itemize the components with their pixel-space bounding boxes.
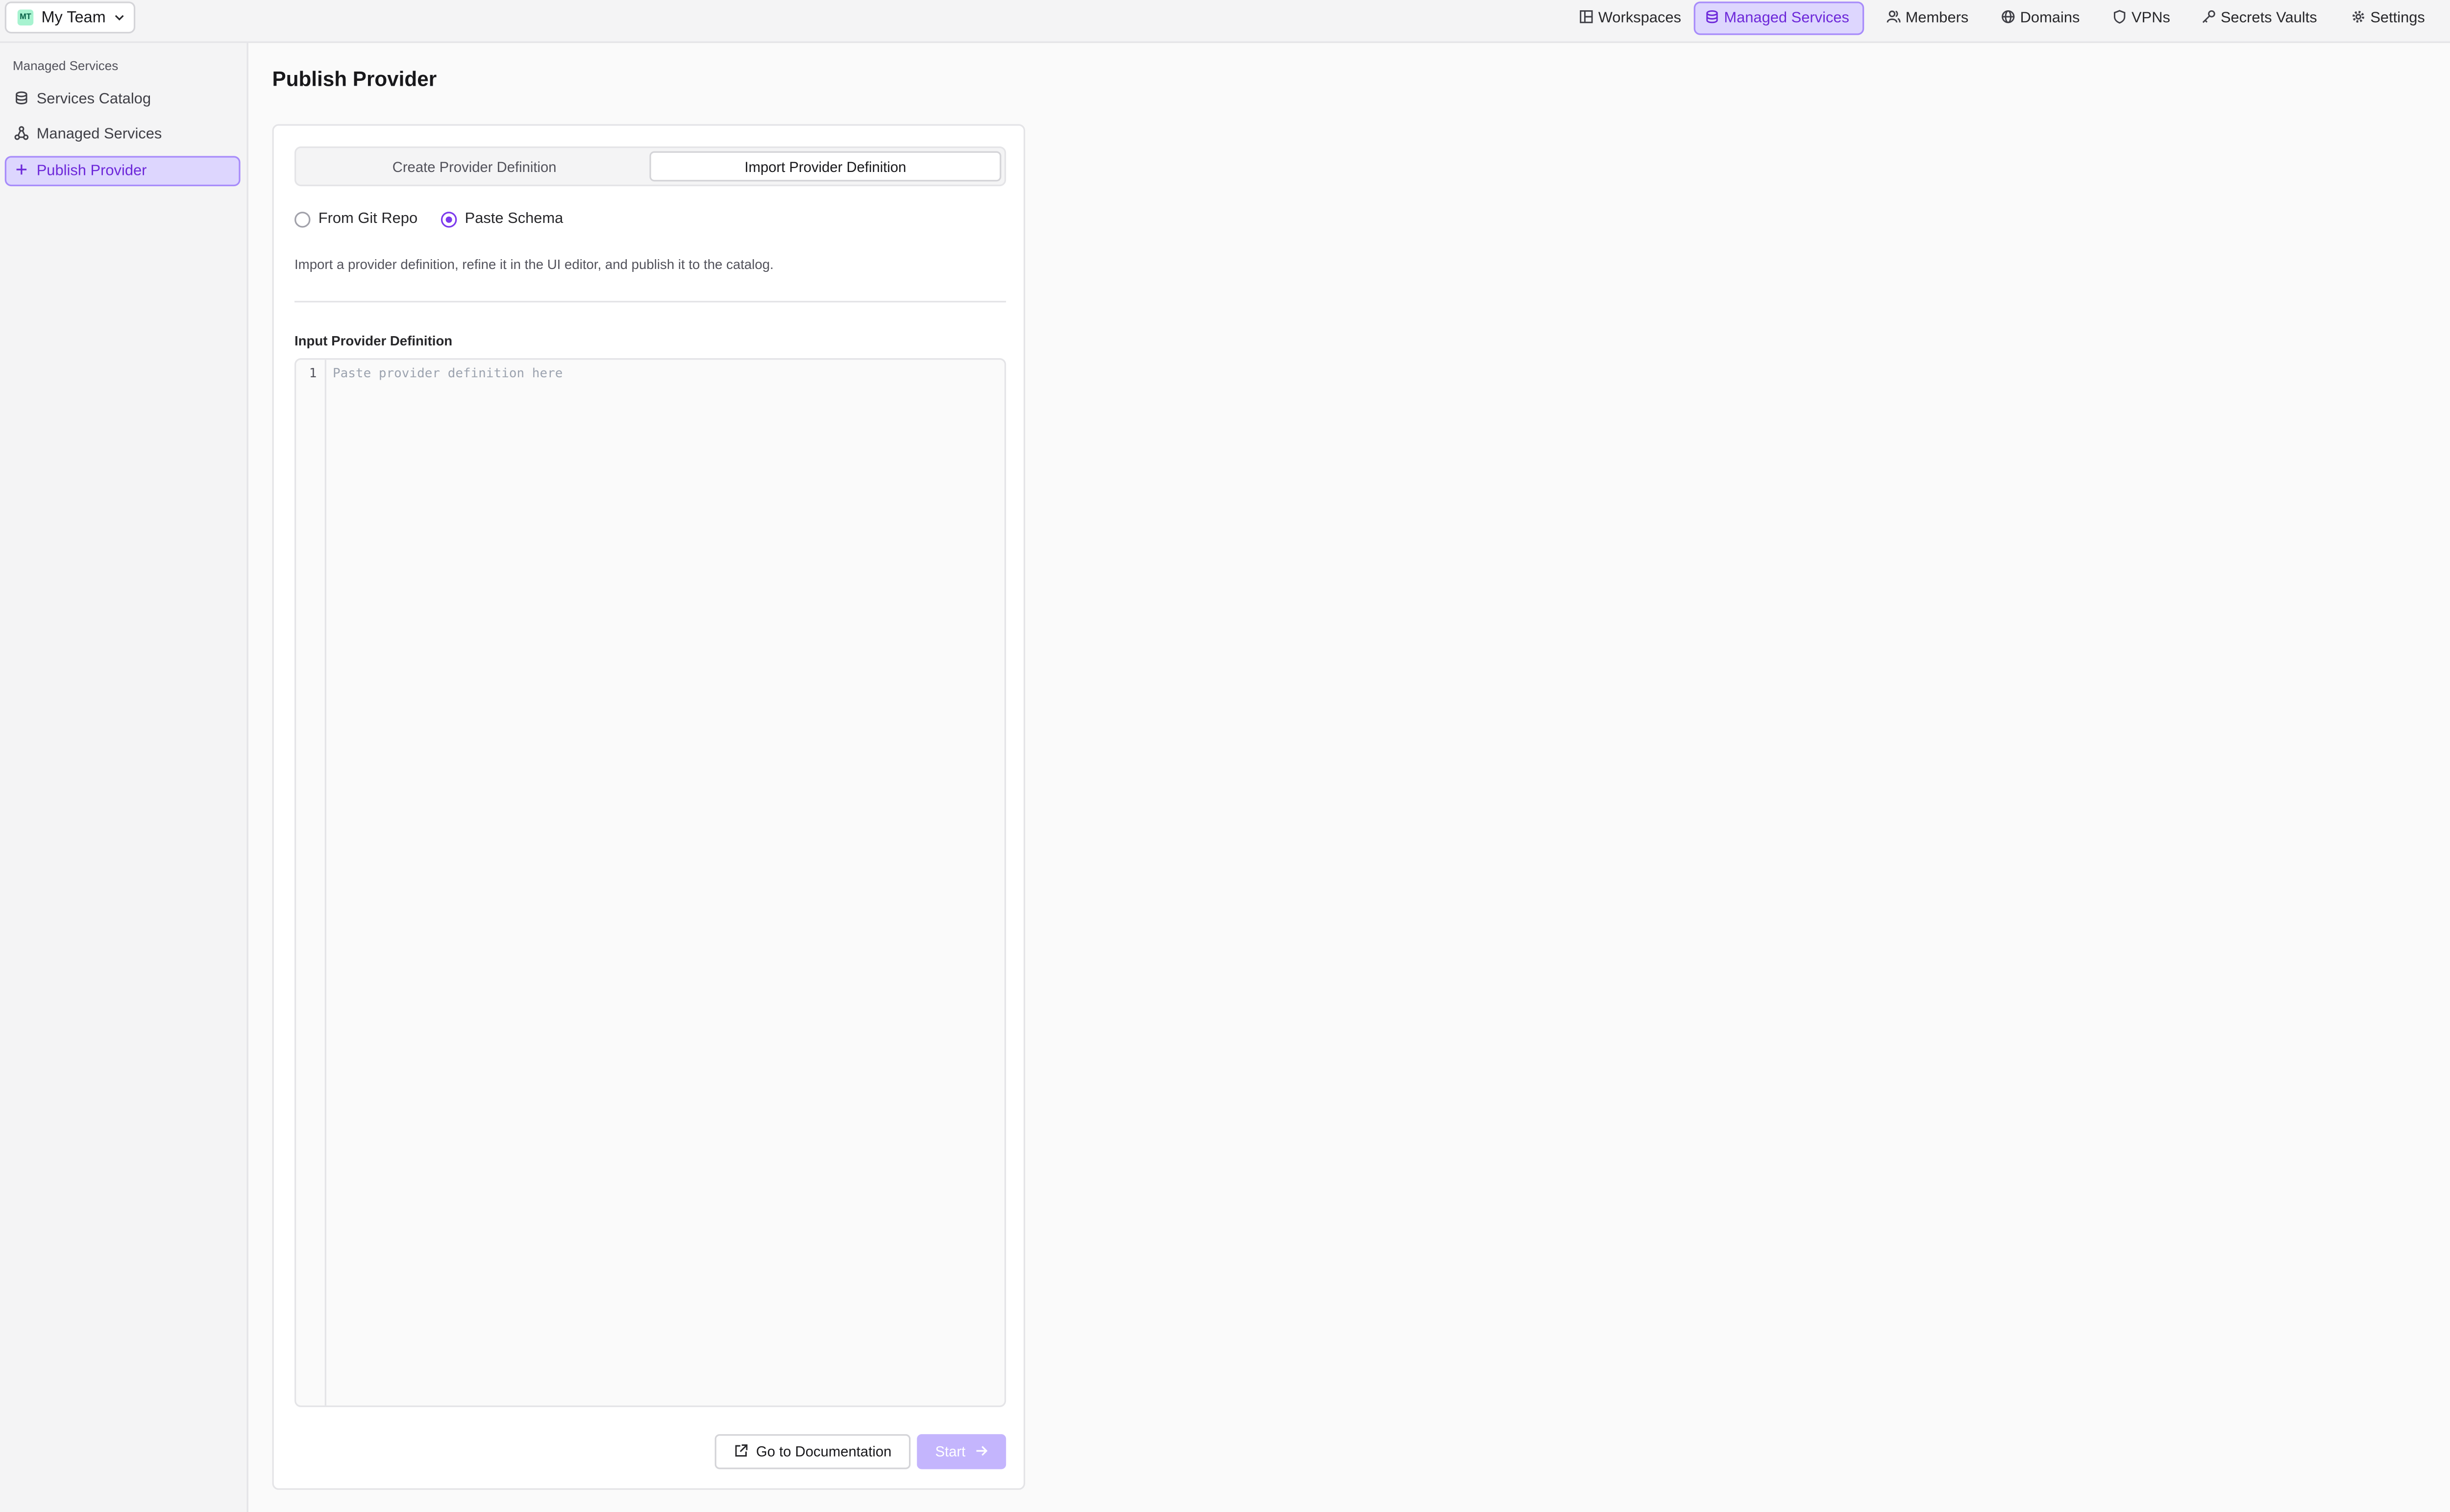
network-icon [14, 125, 36, 144]
arrow-right-icon [965, 1443, 987, 1461]
chevron-down-icon [114, 11, 126, 24]
radio-circle[interactable] [441, 211, 457, 227]
plus-icon [14, 162, 36, 181]
nav-vpns-label: VPNs [2132, 9, 2170, 27]
definition-tabs: Create Provider Definition Import Provid… [294, 146, 1006, 187]
editor-gutter: 1 [296, 360, 326, 1406]
sidebar-item-services-catalog[interactable]: Services Catalog [5, 84, 241, 115]
sidebar-item-label: Publish Provider [36, 162, 147, 180]
database-icon [14, 90, 36, 109]
team-selector[interactable]: MT My Team [4, 1, 136, 34]
nav-settings[interactable]: Settings [2340, 1, 2436, 35]
nav-members-label: Members [1905, 9, 1969, 27]
top-navigation-bar: MT My Team Workspaces Managed Services M… [0, 0, 2450, 43]
nav-members[interactable]: Members [1875, 1, 1980, 35]
sidebar-item-managed-services[interactable]: Managed Services [5, 120, 241, 150]
globe-icon [2001, 9, 2020, 28]
input-provider-definition-label: Input Provider Definition [294, 332, 453, 349]
nav-secrets-vaults[interactable]: Secrets Vaults [2190, 1, 2328, 35]
sidebar-item-label: Managed Services [36, 125, 162, 144]
nav-settings-label: Settings [2370, 9, 2425, 27]
provider-definition-editor: 1 [294, 358, 1006, 1407]
gear-icon [2351, 9, 2370, 28]
sidebar-item-label: Services Catalog [36, 91, 151, 108]
team-avatar: MT [17, 9, 34, 25]
tab-create-provider-definition[interactable]: Create Provider Definition [299, 151, 650, 182]
sidebar: Managed Services Services Catalog Manage… [0, 43, 248, 1512]
provider-definition-input[interactable] [328, 360, 1004, 1406]
key-icon [2202, 9, 2221, 28]
nav-secrets-vaults-label: Secrets Vaults [2220, 9, 2317, 27]
divider [294, 301, 1006, 303]
line-number: 1 [309, 366, 317, 381]
import-description: Import a provider definition, refine it … [294, 256, 774, 272]
team-name: My Team [41, 8, 106, 26]
radio-label: From Git Repo [318, 210, 418, 228]
radio-circle[interactable] [294, 211, 311, 227]
nav-domains-label: Domains [2020, 9, 2080, 27]
radio-label: Paste Schema [465, 210, 564, 228]
nav-workspaces[interactable]: Workspaces [1568, 1, 1692, 35]
go-to-documentation-label: Go to Documentation [756, 1443, 892, 1460]
nav-vpns[interactable]: VPNs [2101, 1, 2181, 35]
nav-workspaces-label: Workspaces [1598, 9, 1681, 27]
sidebar-heading: Managed Services [12, 59, 119, 73]
external-link-icon [734, 1443, 756, 1461]
nav-managed-services[interactable]: Managed Services [1693, 1, 1864, 35]
page-title: Publish Provider [272, 67, 437, 91]
start-button[interactable]: Start [917, 1434, 1006, 1469]
radio-paste-schema[interactable]: Paste Schema [441, 210, 563, 228]
layout-icon [1579, 9, 1598, 28]
tab-import-provider-definition[interactable]: Import Provider Definition [649, 151, 1002, 182]
database-icon [1705, 9, 1724, 28]
nav-managed-services-label: Managed Services [1724, 9, 1850, 27]
users-icon [1886, 9, 1906, 28]
sidebar-item-publish-provider[interactable]: Publish Provider [4, 156, 241, 187]
start-label: Start [935, 1443, 966, 1460]
shield-icon [2112, 9, 2132, 28]
go-to-documentation-button[interactable]: Go to Documentation [714, 1434, 911, 1469]
radio-from-git-repo[interactable]: From Git Repo [294, 210, 417, 228]
nav-domains[interactable]: Domains [1990, 1, 2091, 35]
publish-provider-card: Create Provider Definition Import Provid… [272, 124, 1026, 1490]
